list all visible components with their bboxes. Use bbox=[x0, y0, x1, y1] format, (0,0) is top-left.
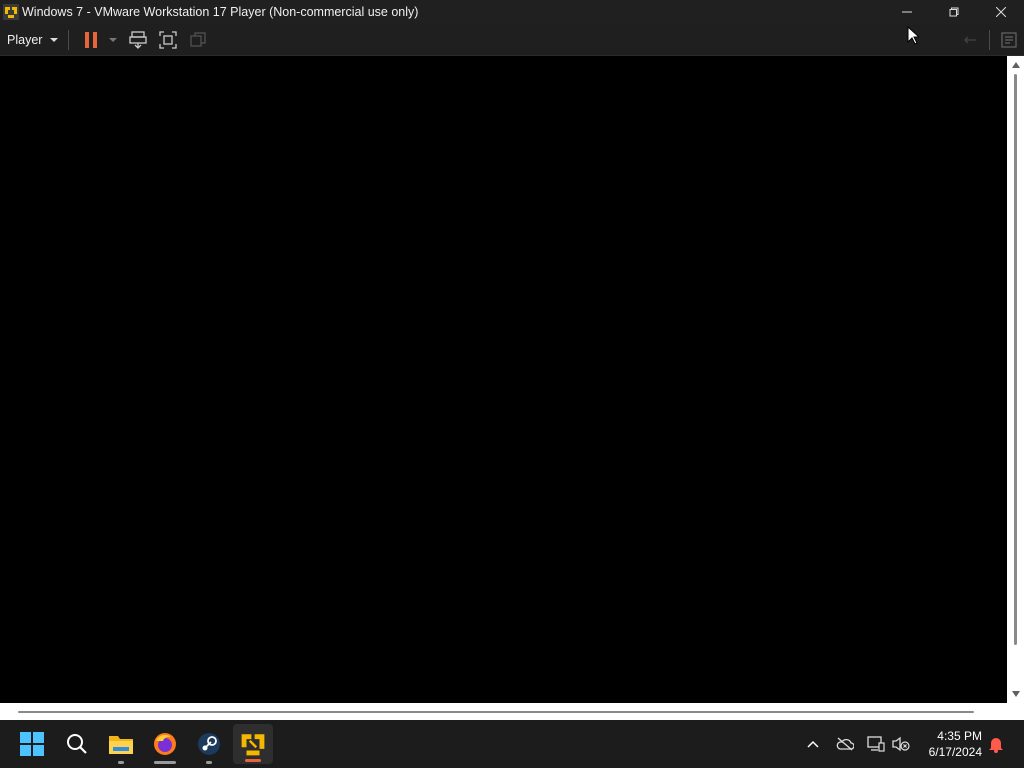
show-hidden-icons-button[interactable] bbox=[803, 734, 823, 754]
bell-icon bbox=[989, 738, 1003, 753]
onedrive-offline-icon bbox=[836, 737, 854, 751]
clock[interactable]: 4:35 PM 6/17/2024 bbox=[929, 728, 982, 760]
pause-icon bbox=[85, 31, 98, 48]
full-screen-button[interactable] bbox=[153, 24, 183, 55]
steam-icon bbox=[198, 733, 220, 755]
message-log-icon bbox=[1001, 31, 1017, 48]
window-titlebar[interactable]: Windows 7 - VMware Workstation 17 Player… bbox=[0, 0, 1024, 24]
power-dropdown-button[interactable] bbox=[103, 24, 123, 55]
scrollbar-thumb[interactable] bbox=[1014, 74, 1017, 645]
player-menu-button[interactable]: Player bbox=[0, 24, 59, 55]
vmware-player-icon bbox=[241, 734, 265, 756]
dropdown-icon bbox=[109, 37, 118, 42]
scroll-up-icon[interactable] bbox=[1012, 62, 1020, 68]
running-indicator bbox=[154, 761, 176, 764]
file-explorer-button[interactable] bbox=[101, 720, 141, 768]
vertical-scrollbar[interactable] bbox=[1007, 56, 1024, 703]
close-button[interactable] bbox=[977, 0, 1024, 24]
chevron-up-icon bbox=[807, 740, 819, 748]
back-button[interactable] bbox=[955, 24, 985, 55]
close-icon bbox=[995, 7, 1006, 17]
volume-muted-icon bbox=[892, 736, 910, 752]
vmware-player-taskbar-button[interactable] bbox=[233, 724, 273, 764]
minimize-button[interactable] bbox=[883, 0, 930, 24]
mouse-cursor-icon bbox=[907, 26, 919, 45]
unity-button[interactable] bbox=[183, 24, 213, 55]
active-indicator bbox=[245, 759, 261, 762]
running-indicator bbox=[118, 761, 124, 764]
window-title: Windows 7 - VMware Workstation 17 Player… bbox=[22, 5, 419, 19]
chevron-down-icon bbox=[50, 37, 59, 42]
clock-time: 4:35 PM bbox=[937, 729, 982, 743]
network-icon bbox=[867, 736, 885, 752]
vmware-player-icon bbox=[3, 4, 19, 20]
taskbar: 4:35 PM 6/17/2024 bbox=[0, 720, 1024, 768]
back-arrow-icon bbox=[964, 36, 976, 43]
pause-button[interactable] bbox=[79, 24, 103, 55]
windows-icon bbox=[20, 732, 44, 756]
search-button[interactable] bbox=[57, 720, 97, 768]
player-toolbar: Player bbox=[0, 24, 1024, 56]
firefox-icon bbox=[154, 733, 176, 755]
scroll-down-icon[interactable] bbox=[1012, 691, 1020, 697]
minimize-icon bbox=[901, 11, 912, 13]
start-button[interactable] bbox=[12, 720, 52, 768]
toolbar-separator bbox=[989, 29, 990, 50]
network-tray-button[interactable] bbox=[866, 734, 886, 754]
toolbar-separator bbox=[68, 29, 70, 50]
send-ctrl-alt-del-button[interactable] bbox=[123, 24, 153, 55]
search-icon bbox=[67, 734, 87, 754]
full-screen-icon bbox=[159, 30, 178, 49]
onedrive-tray-button[interactable] bbox=[835, 734, 855, 754]
restore-icon bbox=[949, 7, 958, 17]
scrollbar-thumb[interactable] bbox=[18, 711, 974, 713]
running-indicator bbox=[206, 761, 212, 764]
steam-button[interactable] bbox=[189, 720, 229, 768]
horizontal-scrollbar[interactable] bbox=[0, 703, 1024, 720]
volume-tray-button[interactable] bbox=[891, 734, 911, 754]
message-log-button[interactable] bbox=[994, 24, 1024, 55]
unity-icon bbox=[190, 31, 207, 47]
firefox-button[interactable] bbox=[145, 720, 185, 768]
player-menu-label: Player bbox=[7, 32, 43, 47]
send-ctrl-alt-del-icon bbox=[129, 30, 148, 49]
notifications-button[interactable] bbox=[986, 734, 1006, 754]
restore-button[interactable] bbox=[930, 0, 977, 24]
vm-display[interactable] bbox=[0, 56, 1007, 703]
clock-date: 6/17/2024 bbox=[928, 745, 982, 759]
folder-icon bbox=[109, 736, 133, 754]
